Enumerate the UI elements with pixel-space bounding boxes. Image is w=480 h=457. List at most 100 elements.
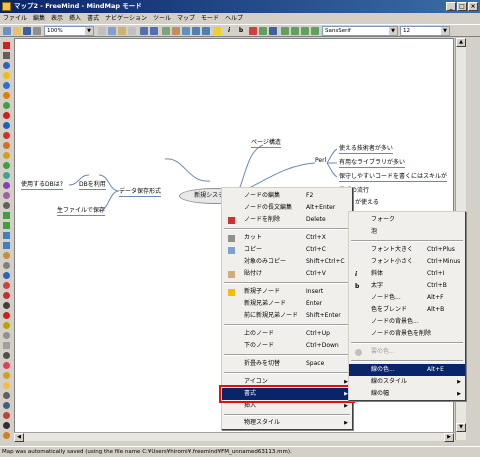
stop-icon[interactable] bbox=[3, 312, 10, 319]
priority-8-icon[interactable] bbox=[3, 192, 10, 199]
print-icon[interactable] bbox=[33, 27, 41, 35]
submenu-item-bubble[interactable]: 泡 bbox=[349, 226, 465, 238]
font-size-select[interactable]: 12 ▼ bbox=[400, 26, 450, 36]
menu-item-new-sibling[interactable]: 新規兄弟ノード Enter bbox=[222, 298, 352, 310]
submenu-item-edge-width[interactable]: 線の幅 ▶ bbox=[349, 388, 465, 400]
menu-item-new-child[interactable]: 新規子ノード Insert bbox=[222, 286, 352, 298]
submenu-item-edge-color[interactable]: 線の色... Alt+E bbox=[349, 364, 465, 376]
copy-icon[interactable] bbox=[108, 27, 116, 35]
person-icon[interactable] bbox=[3, 412, 10, 419]
menu-item-toggle-fold[interactable]: 折畳みを切替 Space bbox=[222, 358, 352, 370]
menu-mode[interactable]: モード bbox=[198, 13, 222, 24]
submenu-item-node-color[interactable]: ノード色... Alt+F bbox=[349, 292, 465, 304]
font-family-select[interactable]: SansSerif ▼ bbox=[322, 26, 398, 36]
bell-icon[interactable] bbox=[3, 372, 10, 379]
scroll-down-icon[interactable]: ▼ bbox=[456, 423, 466, 432]
cloud-icon[interactable] bbox=[182, 27, 190, 35]
scroll-up-icon[interactable]: ▲ bbox=[456, 38, 466, 47]
cancel-icon[interactable] bbox=[3, 112, 10, 119]
back-arrow-icon[interactable] bbox=[3, 212, 10, 219]
node-many-engineers[interactable]: 使える技術者が多い bbox=[339, 143, 393, 154]
envelope-icon[interactable] bbox=[3, 342, 10, 349]
trash-icon[interactable] bbox=[3, 52, 10, 59]
menu-item-paste[interactable]: 貼付け Ctrl+V bbox=[222, 268, 352, 280]
node-db-use[interactable]: DBを利用 bbox=[79, 179, 106, 190]
menu-item-copy[interactable]: コピー Ctrl+C bbox=[222, 244, 352, 256]
gift-icon[interactable] bbox=[3, 432, 10, 439]
add-icon[interactable] bbox=[281, 27, 289, 35]
scroll-left-icon[interactable]: ◀ bbox=[14, 433, 24, 442]
menu-item-physical-style[interactable]: 物理スタイル ▶ bbox=[222, 417, 352, 429]
node-usable[interactable]: が使える bbox=[355, 197, 379, 206]
bold-icon[interactable]: b bbox=[237, 27, 245, 35]
priority-4-icon[interactable] bbox=[3, 152, 10, 159]
phone-icon[interactable] bbox=[3, 302, 10, 309]
priority-6-icon[interactable] bbox=[3, 172, 10, 179]
submenu-item-font-larger[interactable]: フォント大きく Ctrl+Plus bbox=[349, 244, 465, 256]
menu-tools[interactable]: ツール bbox=[150, 13, 174, 24]
priority-9-icon[interactable] bbox=[3, 202, 10, 209]
node-db-question[interactable]: 使用するDBは? bbox=[21, 179, 63, 190]
menu-item-node-down[interactable]: 下のノード Ctrl+Down bbox=[222, 340, 352, 352]
menu-help[interactable]: ヘルプ bbox=[222, 13, 246, 24]
up-arrow-icon[interactable] bbox=[3, 232, 10, 239]
menu-map[interactable]: マップ bbox=[174, 13, 198, 24]
lightbulb-icon[interactable] bbox=[213, 27, 221, 35]
zoom-select[interactable]: 100% ▼ bbox=[44, 26, 94, 36]
new-map-icon[interactable] bbox=[3, 27, 11, 35]
submenu-item-blend-color[interactable]: 色をブレンド Alt+B bbox=[349, 304, 465, 316]
cloud-color-icon[interactable] bbox=[249, 27, 257, 35]
priority-2-icon[interactable] bbox=[3, 132, 10, 139]
smile-icon[interactable] bbox=[3, 382, 10, 389]
key-icon[interactable] bbox=[3, 322, 10, 329]
save-icon[interactable] bbox=[23, 27, 31, 35]
menu-item-copy-single[interactable]: 対象のみコピー Shift+Ctrl+C bbox=[222, 256, 352, 268]
search-icon[interactable] bbox=[3, 392, 10, 399]
node-perl[interactable]: Perl bbox=[315, 157, 326, 164]
forward-arrow-icon[interactable] bbox=[3, 222, 10, 229]
menu-item-long-edit[interactable]: ノードの長文編集 Alt+Enter bbox=[222, 202, 352, 214]
submenu-item-remove-bg-color[interactable]: ノードの背景色を削除 bbox=[349, 328, 465, 340]
menu-item-cut[interactable]: カット Ctrl+X bbox=[222, 232, 352, 244]
menu-view[interactable]: 表示 bbox=[48, 13, 66, 24]
warning-icon[interactable] bbox=[3, 92, 10, 99]
heart-icon[interactable] bbox=[3, 362, 10, 369]
paste-icon[interactable] bbox=[118, 27, 126, 35]
info-icon[interactable] bbox=[3, 82, 10, 89]
menu-item-node-up[interactable]: 上のノード Ctrl+Up bbox=[222, 328, 352, 340]
node-easy-code[interactable]: 保守しやすいコードを書くにはスキルが bbox=[339, 171, 447, 182]
idea-icon[interactable] bbox=[3, 72, 10, 79]
menu-insert[interactable]: 挿入 bbox=[66, 13, 84, 24]
node-file-storage[interactable]: 生ファイルで保存 bbox=[57, 205, 106, 216]
link-icon[interactable] bbox=[162, 27, 170, 35]
mail-icon[interactable] bbox=[3, 272, 10, 279]
minimize-button[interactable]: _ bbox=[446, 2, 456, 11]
horizontal-scrollbar[interactable]: ◀ ▶ bbox=[14, 432, 455, 442]
priority-3-icon[interactable] bbox=[3, 142, 10, 149]
home-icon[interactable] bbox=[3, 282, 10, 289]
menu-edit[interactable]: 編集 bbox=[30, 13, 48, 24]
node-page-structure[interactable]: ページ構造 bbox=[251, 137, 281, 148]
italic-icon[interactable]: i bbox=[225, 27, 233, 35]
menu-item-delete-node[interactable]: ノードを削除 Delete bbox=[222, 214, 352, 226]
submenu-item-italic[interactable]: i 斜体 Ctrl+I bbox=[349, 268, 465, 280]
priority-5-icon[interactable] bbox=[3, 162, 10, 169]
menu-item-new-prev-sibling[interactable]: 前に新規兄弟ノード Shift+Enter bbox=[222, 310, 352, 322]
attach-icon[interactable] bbox=[3, 252, 10, 259]
ok-icon[interactable] bbox=[3, 102, 10, 109]
menu-file[interactable]: ファイル bbox=[0, 13, 30, 24]
node-many-libs[interactable]: 有用なライブラリが多い bbox=[339, 157, 406, 168]
submenu-item-font-smaller[interactable]: フォント小さく Ctrl+Minus bbox=[349, 256, 465, 268]
scroll-right-icon[interactable]: ▶ bbox=[444, 433, 454, 442]
list-icon[interactable] bbox=[3, 332, 10, 339]
penguin-icon[interactable] bbox=[3, 422, 10, 429]
open-icon[interactable] bbox=[13, 27, 21, 35]
submenu-item-bg-color[interactable]: ノードの背景色... bbox=[349, 316, 465, 328]
copy-single-icon[interactable] bbox=[128, 27, 136, 35]
submenu-item-fork[interactable]: フォーク bbox=[349, 214, 465, 226]
back-icon[interactable] bbox=[192, 27, 200, 35]
menu-item-edit-node[interactable]: ノードの編集 F2 bbox=[222, 190, 352, 202]
help-icon[interactable] bbox=[3, 62, 10, 69]
zoom-out-icon[interactable] bbox=[301, 27, 309, 35]
node-data-storage[interactable]: データ保存形式 bbox=[119, 186, 162, 197]
